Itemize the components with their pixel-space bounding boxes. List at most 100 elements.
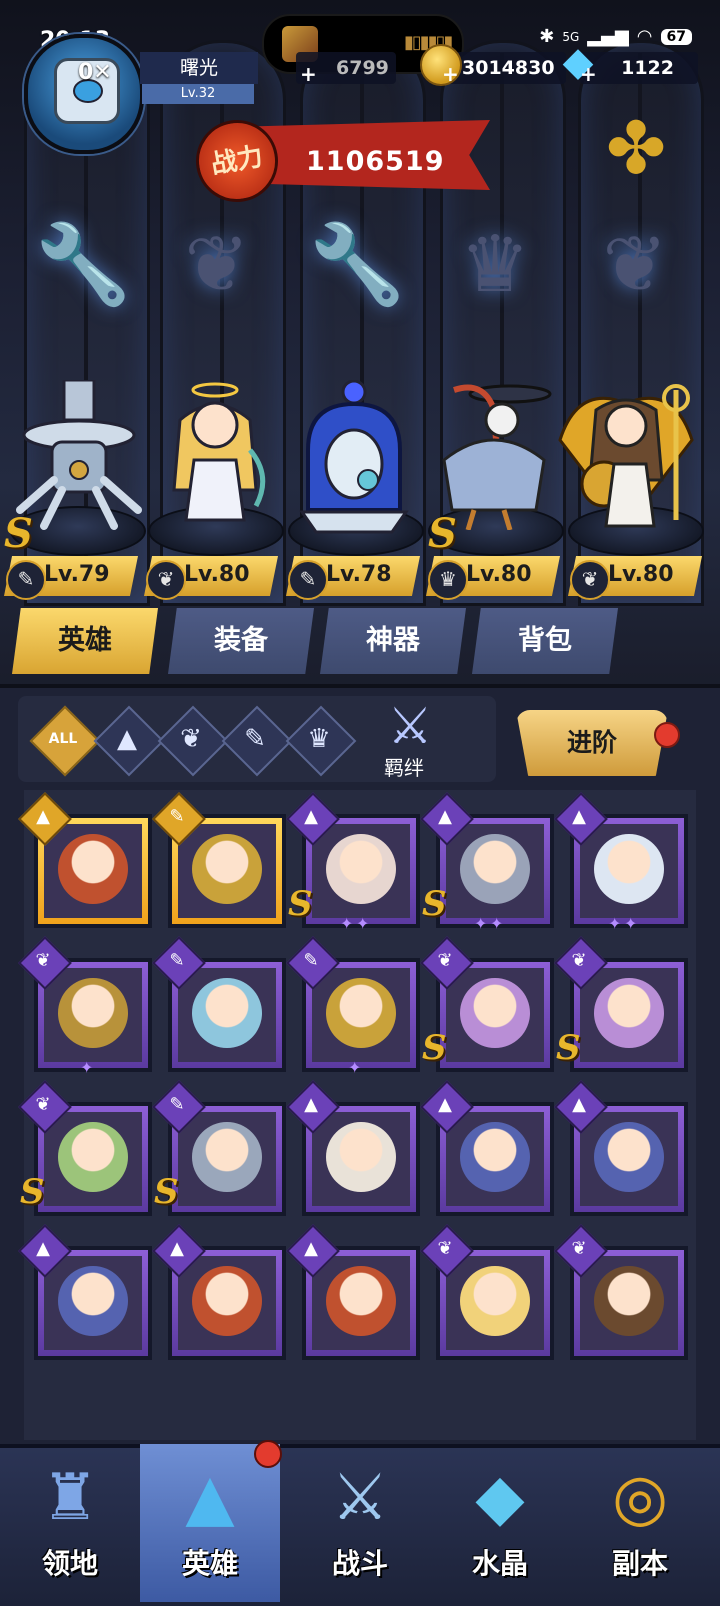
hero-face xyxy=(192,1266,262,1336)
star-icon: ✦ xyxy=(356,914,370,933)
advance-button[interactable]: 进阶 xyxy=(516,710,668,776)
wing-icon: ❦ xyxy=(437,950,453,971)
player-level: Lv.32 xyxy=(142,84,254,104)
hero-portrait xyxy=(580,1256,678,1350)
hero-face xyxy=(326,978,396,1048)
claw-class-emblem-icon: ♛ xyxy=(460,220,530,310)
wrench-class-emblem-icon: 🔧 xyxy=(308,220,406,310)
hero-face xyxy=(326,1122,396,1192)
hero-portrait xyxy=(312,1112,410,1206)
s-rank-badge: S xyxy=(154,1172,179,1212)
s-rank-badge: S xyxy=(556,1028,581,1068)
battery-indicator: 67 xyxy=(660,28,692,45)
hero-face xyxy=(58,1266,128,1336)
hero-face xyxy=(460,978,530,1048)
wing-icon: ❦ xyxy=(571,950,587,971)
wrench-icon: ✎ xyxy=(303,950,319,971)
gem-value: 1122 xyxy=(621,57,674,79)
wrench-icon: ✎ xyxy=(244,724,266,754)
nav-territory[interactable]: ♜ 领地 xyxy=(0,1444,140,1602)
bond-label[interactable]: 羁绊 xyxy=(384,752,424,781)
mage-icon: ▲ xyxy=(170,1238,184,1259)
hero-face xyxy=(326,834,396,904)
bond-icon[interactable]: ⚔ xyxy=(374,696,446,756)
hero-face xyxy=(594,834,664,904)
wrench-icon: ✎ xyxy=(6,560,46,600)
mage-icon: ▲ xyxy=(36,1238,50,1259)
star-icon: ✦ xyxy=(624,914,638,933)
mage-icon: ▲ xyxy=(117,724,137,754)
hero-portrait xyxy=(446,824,544,918)
star-icon: ✦ xyxy=(474,914,488,933)
hero-mech-spider[interactable] xyxy=(14,378,142,530)
wrench-icon: ✎ xyxy=(288,560,328,600)
hero-face xyxy=(594,1266,664,1336)
nav-label: 副本 xyxy=(611,1547,668,1580)
nav-heroes[interactable]: ▲ 英雄 xyxy=(140,1444,280,1602)
tab-heroes[interactable]: 英雄 xyxy=(12,608,158,674)
s-rank-badge: S xyxy=(422,884,447,924)
mage-icon: ▲ xyxy=(304,1238,318,1259)
castle-icon: ♜ xyxy=(41,1461,99,1535)
hero-face xyxy=(58,1122,128,1192)
star-icon: ✦ xyxy=(80,1058,94,1077)
tab-backpack[interactable]: 背包 xyxy=(472,608,618,674)
wing-class-emblem-icon: ❦ xyxy=(602,220,668,310)
notification-dot xyxy=(254,1440,282,1468)
hero-face xyxy=(594,1122,664,1192)
mage-icon: ▲ xyxy=(304,1094,318,1115)
hero-portrait xyxy=(580,1112,678,1206)
gold-value: 3014830 xyxy=(462,57,555,79)
tab-equipment[interactable]: 装备 xyxy=(168,608,314,674)
hero-portrait xyxy=(178,1112,276,1206)
hero-angel-archer[interactable] xyxy=(160,380,270,530)
wifi-icon: ◠ xyxy=(636,26,653,47)
add-gold-icon[interactable]: + xyxy=(442,62,459,86)
hero-portrait xyxy=(580,824,678,918)
s-rank-badge: S xyxy=(288,884,313,924)
hero-face xyxy=(192,1122,262,1192)
wing-icon: ❦ xyxy=(35,1094,51,1115)
lineup-settings-icon[interactable]: ✤ xyxy=(598,110,674,186)
wing-class-emblem-icon: ❦ xyxy=(184,220,250,310)
hero-portrait xyxy=(178,1256,276,1350)
wizard-hat-icon: ▲ xyxy=(185,1461,235,1535)
hero-portrait xyxy=(312,968,410,1062)
hero-level: Lv.80 xyxy=(466,562,532,587)
wing-icon: ❦ xyxy=(146,560,186,600)
hero-portrait xyxy=(312,824,410,918)
add-gem-icon[interactable]: + xyxy=(580,62,597,86)
hero-level: Lv.79 xyxy=(44,562,110,587)
hero-portrait xyxy=(446,1112,544,1206)
nav-label: 水晶 xyxy=(471,1547,528,1580)
energy-counter[interactable]: + 6799 xyxy=(296,52,396,86)
hero-crane-mage[interactable] xyxy=(424,380,552,531)
player-name: 曙光 xyxy=(140,52,258,84)
wing-icon: ❦ xyxy=(570,560,610,600)
s-rank-badge: S xyxy=(4,510,33,557)
wrench-icon: ✎ xyxy=(169,950,185,971)
hero-face xyxy=(192,834,262,904)
hero-capsule-ghost[interactable] xyxy=(292,379,409,534)
mage-icon: ▲ xyxy=(572,806,586,827)
wrench-class-emblem-icon: 🔧 xyxy=(34,220,132,310)
nav-label: 英雄 xyxy=(181,1547,238,1580)
hero-face xyxy=(594,978,664,1048)
s-rank-badge: S xyxy=(20,1172,45,1212)
portal-icon: ◎ xyxy=(612,1461,668,1535)
mage-icon: ▲ xyxy=(304,806,318,827)
nav-crystal[interactable]: ◆ 水晶 xyxy=(430,1444,570,1602)
star-icon: ✦ xyxy=(490,914,504,933)
filter-all-label: ALL xyxy=(48,731,78,747)
claw-icon: ♛ xyxy=(428,560,468,600)
wrench-icon: ✎ xyxy=(169,1094,185,1115)
hero-level: Lv.78 xyxy=(326,562,392,587)
player-avatar[interactable]: 0✕ xyxy=(24,34,144,154)
hero-golden-goddess[interactable] xyxy=(556,380,694,530)
hero-portrait xyxy=(580,968,678,1062)
nav-dungeon[interactable]: ◎ 副本 xyxy=(570,1444,710,1602)
tab-artifacts[interactable]: 神器 xyxy=(320,608,466,674)
wing-icon: ❦ xyxy=(180,724,202,754)
nav-battle[interactable]: ⚔ 战斗 xyxy=(290,1444,430,1602)
hero-face xyxy=(326,1266,396,1336)
